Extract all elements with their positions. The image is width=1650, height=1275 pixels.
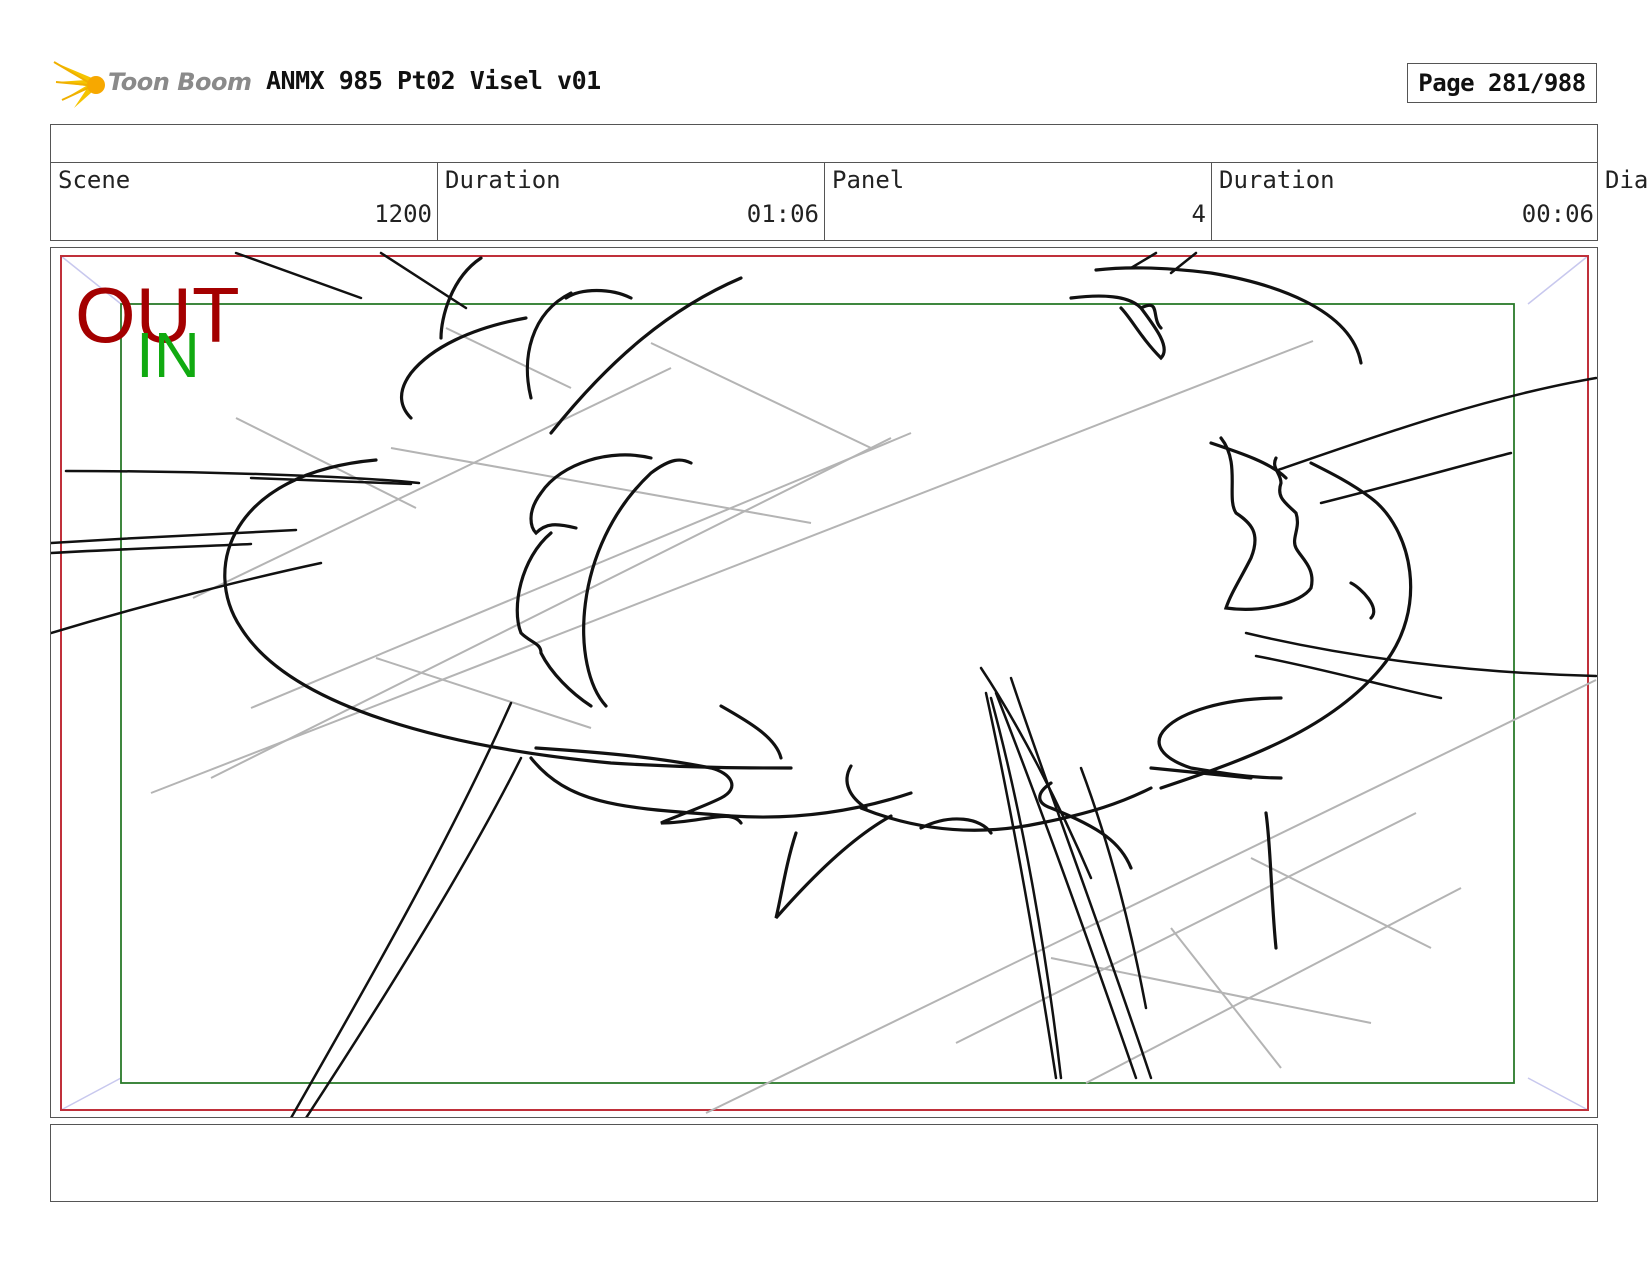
- toon-boom-logo: Toon Boom: [52, 56, 252, 112]
- page-indicator: Page 281/988: [1407, 63, 1597, 103]
- in-label: IN: [136, 319, 200, 391]
- panel-duration-cell: Duration 00:06: [1212, 162, 1599, 240]
- storyboard-panel: OUT IN: [50, 247, 1598, 1118]
- starburst-logo-icon: [53, 61, 105, 108]
- speed-lines: [51, 251, 1597, 700]
- panel-label: Panel: [832, 166, 905, 194]
- scene-info-row: Scene 1200 Duration 01:06 Panel 4 Durati…: [50, 162, 1598, 241]
- header-blank-row: [50, 124, 1598, 163]
- dialog-column-label: Dia: [1605, 166, 1649, 194]
- perspective-guides: [150, 327, 1597, 1114]
- logo-text: Toon Boom: [108, 68, 252, 96]
- explosion-cloud: [223, 256, 1413, 950]
- scene-cell: Scene 1200: [51, 162, 438, 240]
- scene-duration-cell: Duration 01:06: [438, 162, 825, 240]
- panel-duration-label: Duration: [1219, 166, 1335, 194]
- scene-duration-value: 01:06: [746, 200, 819, 228]
- scene-value: 1200: [374, 200, 432, 228]
- beam-lines: [290, 666, 1153, 1117]
- scene-label: Scene: [58, 166, 131, 194]
- dialog-notes-box: [50, 1124, 1598, 1202]
- in-frame: [120, 303, 1515, 1084]
- scene-duration-label: Duration: [445, 166, 561, 194]
- document-title: ANMX 985 Pt02 Visel v01: [266, 66, 601, 95]
- out-frame: [60, 255, 1589, 1111]
- panel-sketch: [51, 251, 1597, 1117]
- corner-guide-lines: [60, 255, 1589, 1111]
- panel-cell: Panel 4: [825, 162, 1212, 240]
- panel-duration-value: 00:06: [1521, 200, 1594, 228]
- panel-value: 4: [1191, 200, 1206, 228]
